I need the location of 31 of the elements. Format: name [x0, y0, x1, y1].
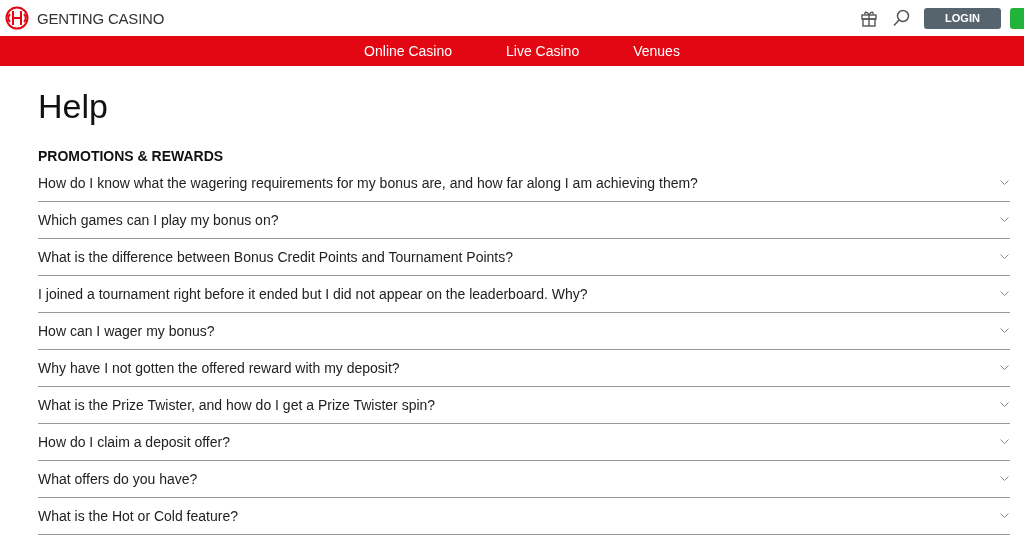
chevron-down-icon[interactable] [1000, 328, 1009, 334]
chevron-down-icon[interactable] [1000, 254, 1009, 260]
faq-question[interactable]: What is the Hot or Cold feature? [38, 508, 238, 524]
faq-question[interactable]: How can I wager my bonus? [38, 323, 215, 339]
nav-link[interactable]: Venues [633, 43, 680, 59]
nav-link[interactable]: Live Casino [506, 43, 580, 59]
logo-icon [5, 6, 29, 30]
nav-link[interactable]: Online Casino [364, 43, 453, 59]
chevron-down-icon[interactable] [1000, 513, 1009, 519]
faq-question[interactable]: What offers do you have? [38, 471, 198, 487]
chevron-down-icon[interactable] [1000, 476, 1009, 482]
login-button[interactable]: LOGIN [924, 7, 1001, 29]
chevron-down-icon[interactable] [1000, 439, 1009, 445]
chevron-down-icon[interactable] [1000, 402, 1009, 408]
brand-name[interactable]: GENTING CASINO [37, 9, 165, 27]
gift-icon[interactable] [860, 9, 878, 27]
faq-question[interactable]: What is the difference between Bonus Credit Points and Tournament Points? [38, 249, 513, 265]
page-title: Help [38, 86, 109, 126]
faq-question[interactable]: What is the Prize Twister, and how do I get a Prize Twister spin? [38, 397, 436, 413]
faq-question[interactable]: I joined a tournament right before it ended but I did not appear on the leaderboard. Why? [38, 286, 588, 302]
chevron-down-icon[interactable] [1000, 180, 1009, 186]
chevron-down-icon[interactable] [1000, 217, 1009, 223]
search-icon[interactable] [892, 9, 910, 27]
faq-question[interactable]: How do I claim a deposit offer? [38, 434, 230, 450]
chevron-down-icon[interactable] [1000, 365, 1009, 371]
faq-question[interactable]: Which games can I play my bonus on? [38, 212, 279, 228]
chevron-down-icon[interactable] [1000, 291, 1009, 297]
section-heading: PROMOTIONS & REWARDS [38, 147, 225, 165]
faq-question[interactable]: Why have I not gotten the offered reward with my deposit? [38, 360, 400, 376]
join-button[interactable] [1010, 7, 1024, 29]
faq-question[interactable]: How do I know what the wagering requirements for my bonus are, and how far along I am achieving them? [38, 175, 698, 191]
